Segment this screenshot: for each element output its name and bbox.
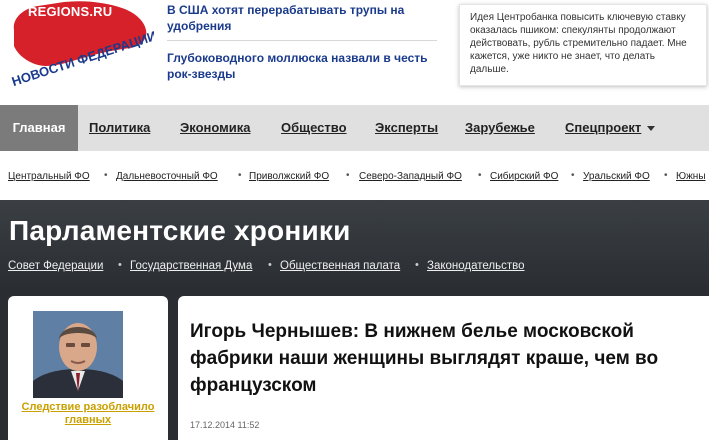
quote-text: Идея Центробанка повысить ключевую ставк… xyxy=(470,12,687,75)
nav-item-special-label: Спецпроект xyxy=(565,120,642,135)
district-link[interactable]: Центральный ФО xyxy=(8,171,90,182)
districts-bar: Центральный ФО • Дальневосточный ФО • Пр… xyxy=(0,152,709,200)
district-link[interactable]: Приволжский ФО xyxy=(249,171,329,182)
district-link[interactable]: Дальневосточный ФО xyxy=(116,171,218,182)
subnav-link[interactable]: Законодательство xyxy=(427,260,525,272)
nav-item-experts[interactable]: Эксперты xyxy=(375,105,438,151)
quote-box: Идея Центробанка повысить ключевую ставк… xyxy=(459,4,707,86)
logo-site-name: REGIONS.RU xyxy=(28,4,113,19)
person-photo-icon xyxy=(33,311,123,398)
main-nav: Главная Политика Экономика Общество Эксп… xyxy=(0,105,709,151)
top-news-list: В США хотят перерабатывать трупы на удоб… xyxy=(167,0,437,82)
nav-item-abroad[interactable]: Зарубежье xyxy=(465,105,535,151)
separator-dot: • xyxy=(415,259,419,271)
separator-dot: • xyxy=(104,170,108,181)
district-link[interactable]: Северо-Западный ФО xyxy=(359,171,462,182)
separator-dot: • xyxy=(571,170,575,181)
separator-dot: • xyxy=(478,170,482,181)
side-story-photo[interactable] xyxy=(33,311,123,398)
nav-item-politics[interactable]: Политика xyxy=(89,105,150,151)
top-news-item[interactable]: В США хотят перерабатывать трупы на удоб… xyxy=(167,0,437,41)
article-headline[interactable]: Игорь Чернышев: В нижнем белье московско… xyxy=(190,318,700,399)
subnav-link[interactable]: Общественная палата xyxy=(280,260,400,272)
article-card: Игорь Чернышев: В нижнем белье московско… xyxy=(178,296,709,446)
top-news-item[interactable]: Глубоководного моллюска назвали в честь … xyxy=(167,41,437,82)
separator-dot: • xyxy=(664,170,668,181)
nav-item-society[interactable]: Общество xyxy=(281,105,347,151)
side-story-caption[interactable]: Следствие разоблачило главных xyxy=(8,401,168,427)
side-story-card[interactable]: Следствие разоблачило главных xyxy=(8,296,168,446)
article-date: 17.12.2014 11:52 xyxy=(190,420,260,430)
separator-dot: • xyxy=(118,259,122,271)
district-link[interactable]: Уральский ФО xyxy=(583,171,650,182)
district-link[interactable]: Южны xyxy=(676,171,706,182)
separator-dot: • xyxy=(238,170,242,181)
separator-dot: • xyxy=(346,170,350,181)
site-logo[interactable]: НОВОСТИ ФЕДЕРАЦИИ REGIONS.RU xyxy=(4,0,154,98)
subnav-link[interactable]: Совет Федерации xyxy=(8,260,103,272)
section-title: Парламентские хроники xyxy=(9,215,351,246)
site-header: НОВОСТИ ФЕДЕРАЦИИ REGIONS.RU В США хотят… xyxy=(0,0,709,105)
district-link[interactable]: Сибирский ФО xyxy=(490,171,558,182)
nav-item-economy[interactable]: Экономика xyxy=(180,105,251,151)
subnav-link[interactable]: Государственная Дума xyxy=(130,260,252,272)
nav-item-special[interactable]: Спецпроект xyxy=(565,105,656,151)
separator-dot: • xyxy=(268,259,272,271)
nav-item-home[interactable]: Главная xyxy=(0,105,78,151)
chevron-down-icon xyxy=(647,126,656,132)
